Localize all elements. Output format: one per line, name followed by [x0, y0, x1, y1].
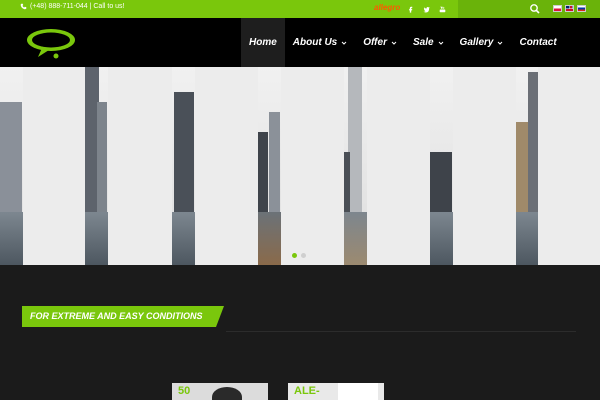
phone-icon	[20, 3, 27, 10]
slide-strip	[172, 67, 195, 265]
youtube-link[interactable]	[434, 0, 450, 18]
nav-label: Sale	[412, 37, 434, 48]
phone-text: (+48) 888-711-044 | Call to us!	[30, 3, 125, 10]
phone-info: (+48) 888-711-044 | Call to us!	[20, 3, 125, 10]
nav-label: About Us	[292, 37, 338, 48]
slide-strip	[430, 67, 453, 265]
logo[interactable]	[24, 26, 78, 60]
slide-column	[108, 67, 172, 265]
twitter-icon	[422, 6, 430, 12]
allegro-link[interactable]: allegro	[374, 3, 400, 12]
nav-gallery[interactable]: Gallery	[452, 18, 512, 67]
nav-label: Home	[249, 37, 277, 48]
chevron-down-icon	[391, 41, 397, 45]
chevron-down-icon	[341, 41, 347, 45]
section-divider	[226, 331, 576, 332]
slider-dot-1[interactable]	[292, 253, 297, 258]
flag-uk-icon[interactable]	[565, 5, 574, 12]
flag-pl-icon[interactable]	[553, 5, 562, 12]
nav-home[interactable]: Home	[241, 18, 285, 67]
nav-label: Gallery	[459, 37, 494, 48]
nav-label: Offer	[363, 37, 387, 48]
slide-strip	[258, 67, 281, 265]
slide-strip	[344, 67, 367, 265]
section-title: FOR EXTREME AND EASY CONDITIONS	[30, 311, 203, 321]
twitter-link[interactable]	[418, 0, 434, 18]
slide-column	[538, 67, 600, 265]
flag-ru-icon[interactable]	[577, 5, 586, 12]
language-switcher	[553, 5, 586, 12]
hero-slider[interactable]	[0, 67, 600, 265]
chevron-down-icon	[438, 41, 443, 45]
nav-about-us[interactable]: About Us	[285, 18, 355, 67]
content-section: FOR EXTREME AND EASY CONDITIONS 50 ALE-	[0, 265, 600, 400]
slider-dots	[292, 253, 306, 258]
chevron-down-icon	[498, 41, 503, 45]
slide-strip	[0, 67, 23, 265]
thumb-label: 50	[178, 385, 191, 397]
slide-column	[23, 67, 85, 265]
nav-offer[interactable]: Offer	[355, 18, 405, 67]
slide-strip	[516, 67, 538, 265]
nav-contact[interactable]: Contact	[511, 18, 564, 67]
search-icon	[530, 4, 540, 14]
slide-column	[367, 67, 430, 265]
slider-dot-2[interactable]	[301, 253, 306, 258]
product-thumb[interactable]: ALE-	[288, 383, 384, 400]
facebook-icon	[408, 6, 412, 13]
slide-strip	[85, 67, 108, 265]
slide-column	[453, 67, 516, 265]
top-bar: (+48) 888-711-044 | Call to us! allegro	[0, 0, 600, 18]
slide-column	[281, 67, 344, 265]
main-header: Home About Us Offer Sale Gallery Contact	[0, 18, 600, 67]
product-thumb[interactable]: 50	[172, 383, 268, 400]
youtube-icon	[439, 5, 445, 12]
search-button[interactable]	[528, 2, 542, 16]
thumb-label: ALE-	[294, 385, 320, 397]
kondito-logo-icon	[27, 29, 75, 59]
facebook-link[interactable]	[402, 0, 418, 18]
nav-label: Contact	[519, 37, 557, 48]
main-nav: Home About Us Offer Sale Gallery Contact	[241, 18, 565, 67]
nav-sale[interactable]: Sale	[405, 18, 452, 67]
slide-column	[195, 67, 258, 265]
